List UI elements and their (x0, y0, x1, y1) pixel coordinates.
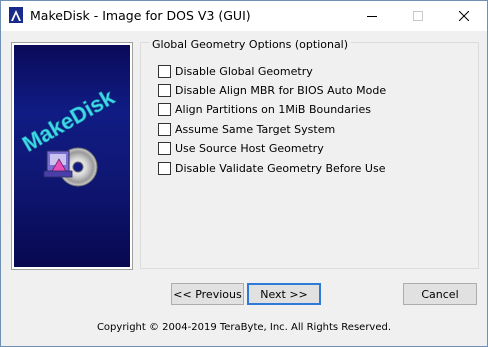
banner-logo-text: MakeDisk (18, 84, 119, 157)
makedisk-banner: MakeDisk (14, 45, 130, 267)
previous-button[interactable]: << Previous (171, 283, 244, 305)
option-assume-same-target[interactable]: Assume Same Target System (158, 121, 335, 137)
checkbox[interactable] (158, 141, 171, 155)
next-button[interactable]: Next >> (247, 283, 321, 305)
window-title: MakeDisk - Image for DOS V3 (GUI) (30, 8, 251, 23)
option-use-source-host-geometry[interactable]: Use Source Host Geometry (158, 140, 324, 156)
title-bar[interactable]: MakeDisk - Image for DOS V3 (GUI) (1, 1, 487, 31)
maximize-icon (413, 11, 423, 21)
close-button[interactable] (441, 1, 487, 31)
option-label: Disable Global Geometry (175, 64, 313, 78)
cancel-button[interactable]: Cancel (403, 283, 477, 305)
minimize-button[interactable] (349, 1, 395, 31)
setup-box-icon (43, 150, 73, 178)
copyright-text: Copyright © 2004-2019 TeraByte, Inc. All… (96, 322, 392, 333)
option-disable-global-geometry[interactable]: Disable Global Geometry (158, 63, 313, 79)
banner-frame: MakeDisk (11, 42, 133, 270)
checkbox[interactable] (158, 64, 171, 78)
option-label: Disable Validate Geometry Before Use (175, 161, 386, 175)
app-icon (9, 7, 23, 23)
checkbox[interactable] (158, 83, 171, 97)
checkbox[interactable] (158, 102, 171, 116)
option-disable-align-mbr[interactable]: Disable Align MBR for BIOS Auto Mode (158, 82, 386, 98)
option-label: Use Source Host Geometry (175, 141, 324, 155)
makedisk-window: MakeDisk - Image for DOS V3 (GUI) MakeDi… (0, 0, 488, 347)
minimize-icon (367, 16, 377, 17)
maximize-button[interactable] (395, 1, 441, 31)
banner-art: MakeDisk (18, 84, 119, 187)
option-label: Align Partitions on 1MiB Boundaries (175, 102, 371, 116)
checkbox[interactable] (158, 161, 171, 175)
option-label: Assume Same Target System (175, 122, 336, 136)
checkbox[interactable] (158, 122, 171, 136)
close-icon (459, 11, 469, 21)
dialog-client: MakeDisk Global Geometry Options (option… (1, 31, 487, 346)
option-label: Disable Align MBR for BIOS Auto Mode (175, 83, 387, 97)
option-disable-validate-geometry[interactable]: Disable Validate Geometry Before Use (158, 160, 385, 176)
group-title: Global Geometry Options (optional) (149, 38, 352, 51)
option-align-partitions-1mib[interactable]: Align Partitions on 1MiB Boundaries (158, 101, 371, 117)
